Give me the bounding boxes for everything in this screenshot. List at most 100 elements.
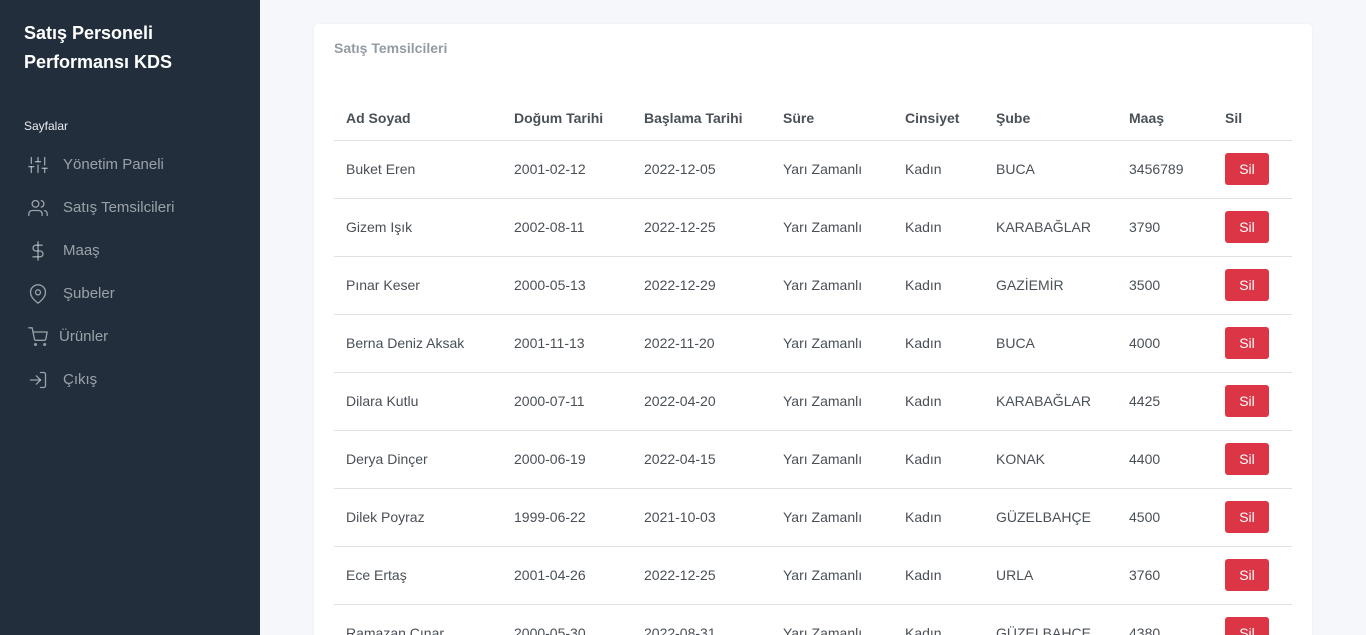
cell-sube: KONAK <box>984 430 1117 489</box>
brand-title[interactable]: Satış Personeli Performansı KDS <box>24 19 244 77</box>
delete-button[interactable]: Sil <box>1225 269 1269 301</box>
cell-sil: Sil <box>1213 546 1292 605</box>
cell-sil: Sil <box>1213 604 1292 635</box>
cell-cinsiyet: Kadın <box>893 430 984 489</box>
representatives-table: Ad Soyad Doğum Tarihi Başlama Tarihi Sür… <box>334 97 1292 635</box>
cell-sube: GAZİEMİR <box>984 256 1117 315</box>
column-header-ad-soyad: Ad Soyad <box>334 97 502 141</box>
cell-baslama-tarihi: 2022-12-25 <box>632 546 771 605</box>
cell-sube: KARABAĞLAR <box>984 198 1117 257</box>
column-header-sure: Süre <box>771 97 893 141</box>
table-row: Berna Deniz Aksak 2001-11-13 2022-11-20 Yar… <box>334 314 1292 373</box>
cell-ad-soyad: Pınar Keser <box>334 256 502 315</box>
cell-sube: KARABAĞLAR <box>984 372 1117 431</box>
table-row: Ece Ertaş 2001-04-26 2022-12-25 Yarı Zamanl… <box>334 546 1292 605</box>
cell-maas: 4000 <box>1117 314 1213 373</box>
cell-ad-soyad: Dilara Kutlu <box>334 372 502 431</box>
cell-ad-soyad: Ramazan Çınar <box>334 604 502 635</box>
cell-sube: GÜZELBAHÇE <box>984 604 1117 635</box>
cell-sil: Sil <box>1213 372 1292 431</box>
delete-button[interactable]: Sil <box>1225 153 1269 185</box>
column-header-sube: Şube <box>984 97 1117 141</box>
cell-sil: Sil <box>1213 430 1292 489</box>
cell-dogum-tarihi: 1999-06-22 <box>502 488 632 547</box>
sidebar-item-urunler[interactable]: Ürünler <box>0 315 260 358</box>
delete-button[interactable]: Sil <box>1225 211 1269 243</box>
cell-maas: 4500 <box>1117 488 1213 547</box>
cell-ad-soyad: Berna Deniz Aksak <box>334 314 502 373</box>
column-header-baslama-tarihi: Başlama Tarihi <box>632 97 771 141</box>
cell-ad-soyad: Dilek Poyraz <box>334 488 502 547</box>
table-row: Buket Eren 2001-02-12 2022-12-05 Yarı Zaman… <box>334 140 1292 199</box>
sidebar-section-header: Sayfalar <box>24 119 69 133</box>
sidebar-item-label: Satış Temsilcileri <box>63 199 175 216</box>
sidebar-item-label: Ürünler <box>59 328 109 345</box>
cell-sure: Yarı Zamanlı <box>771 256 893 315</box>
cell-sure: Yarı Zamanlı <box>771 372 893 431</box>
sidebar-item-maas[interactable]: Maaş <box>0 229 260 272</box>
cell-sil: Sil <box>1213 488 1292 547</box>
cell-baslama-tarihi: 2022-04-20 <box>632 372 771 431</box>
representatives-card: Satış Temsilcileri Ad Soyad Doğum Tarihi… <box>314 24 1312 635</box>
card-title: Satış Temsilcileri <box>334 40 448 56</box>
cell-sure: Yarı Zamanlı <box>771 314 893 373</box>
delete-button[interactable]: Sil <box>1225 559 1269 591</box>
delete-button[interactable]: Sil <box>1225 327 1269 359</box>
cell-maas: 3456789 <box>1117 140 1213 199</box>
table-row: Derya Dinçer 2000-06-19 2022-04-15 Yarı Zam… <box>334 430 1292 489</box>
cell-ad-soyad: Ece Ertaş <box>334 546 502 605</box>
cell-maas: 3500 <box>1117 256 1213 315</box>
cell-sure: Yarı Zamanlı <box>771 546 893 605</box>
sidebar-item-yonetim-paneli[interactable]: Yönetim Paneli <box>0 143 260 186</box>
sidebar-item-cikis[interactable]: Çıkış <box>0 358 260 401</box>
cell-dogum-tarihi: 2002-08-11 <box>502 198 632 257</box>
cell-dogum-tarihi: 2000-06-19 <box>502 430 632 489</box>
cell-dogum-tarihi: 2001-04-26 <box>502 546 632 605</box>
cell-cinsiyet: Kadın <box>893 488 984 547</box>
sliders-icon <box>27 154 49 176</box>
cell-maas: 3790 <box>1117 198 1213 257</box>
cell-baslama-tarihi: 2021-10-03 <box>632 488 771 547</box>
cell-sil: Sil <box>1213 140 1292 199</box>
cell-sube: BUCA <box>984 314 1117 373</box>
delete-button[interactable]: Sil <box>1225 385 1269 417</box>
table-row: Dilek Poyraz 1999-06-22 2021-10-03 Yarı Zam… <box>334 488 1292 547</box>
table-body: Buket Eren 2001-02-12 2022-12-05 Yarı Zaman… <box>334 140 1292 635</box>
delete-button[interactable]: Sil <box>1225 443 1269 475</box>
cell-cinsiyet: Kadın <box>893 314 984 373</box>
cell-dogum-tarihi: 2001-02-12 <box>502 140 632 199</box>
cell-sil: Sil <box>1213 198 1292 257</box>
delete-button[interactable]: Sil <box>1225 501 1269 533</box>
cell-maas: 4380 <box>1117 604 1213 635</box>
shopping-cart-icon <box>27 326 49 348</box>
cell-baslama-tarihi: 2022-12-29 <box>632 256 771 315</box>
sidebar-item-satis-temsilcileri[interactable]: Satış Temsilcileri <box>0 186 260 229</box>
cell-ad-soyad: Buket Eren <box>334 140 502 199</box>
table-row: Pınar Keser 2000-05-13 2022-12-29 Yarı Zama… <box>334 256 1292 315</box>
cell-maas: 4425 <box>1117 372 1213 431</box>
sidebar: Satış Personeli Performansı KDS Sayfalar… <box>0 0 260 635</box>
map-pin-icon <box>27 283 49 305</box>
cell-sube: URLA <box>984 546 1117 605</box>
cell-dogum-tarihi: 2000-05-13 <box>502 256 632 315</box>
cell-baslama-tarihi: 2022-12-05 <box>632 140 771 199</box>
cell-sure: Yarı Zamanlı <box>771 604 893 635</box>
delete-button[interactable]: Sil <box>1225 617 1269 635</box>
column-header-maas: Maaş <box>1117 97 1213 141</box>
cell-baslama-tarihi: 2022-08-31 <box>632 604 771 635</box>
sidebar-item-label: Çıkış <box>63 371 98 388</box>
cell-sil: Sil <box>1213 314 1292 373</box>
cell-sube: GÜZELBAHÇE <box>984 488 1117 547</box>
column-header-cinsiyet: Cinsiyet <box>893 97 984 141</box>
cell-sure: Yarı Zamanlı <box>771 430 893 489</box>
cell-cinsiyet: Kadın <box>893 372 984 431</box>
cell-sure: Yarı Zamanlı <box>771 140 893 199</box>
cell-baslama-tarihi: 2022-12-25 <box>632 198 771 257</box>
cell-baslama-tarihi: 2022-04-15 <box>632 430 771 489</box>
log-in-icon <box>27 369 49 391</box>
sidebar-item-subeler[interactable]: Şubeler <box>0 272 260 315</box>
table-row: Gizem Işık 2002-08-11 2022-12-25 Yarı Zaman… <box>334 198 1292 257</box>
cell-cinsiyet: Kadın <box>893 604 984 635</box>
cell-cinsiyet: Kadın <box>893 546 984 605</box>
cell-sure: Yarı Zamanlı <box>771 198 893 257</box>
